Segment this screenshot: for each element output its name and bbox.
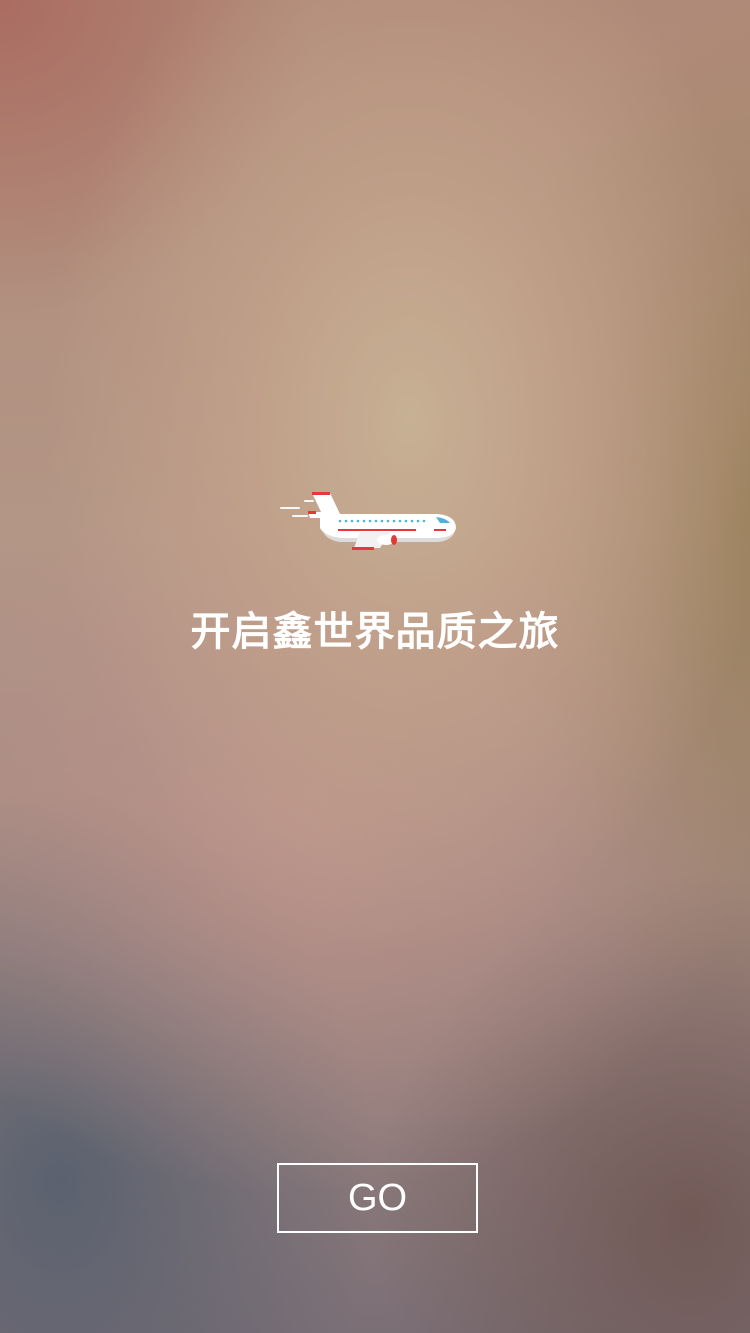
go-button[interactable]: GO [277,1163,478,1233]
background-gradient [0,0,750,1333]
airplane-icon [278,488,458,556]
slogan-text: 开启鑫世界品质之旅 [190,609,560,655]
